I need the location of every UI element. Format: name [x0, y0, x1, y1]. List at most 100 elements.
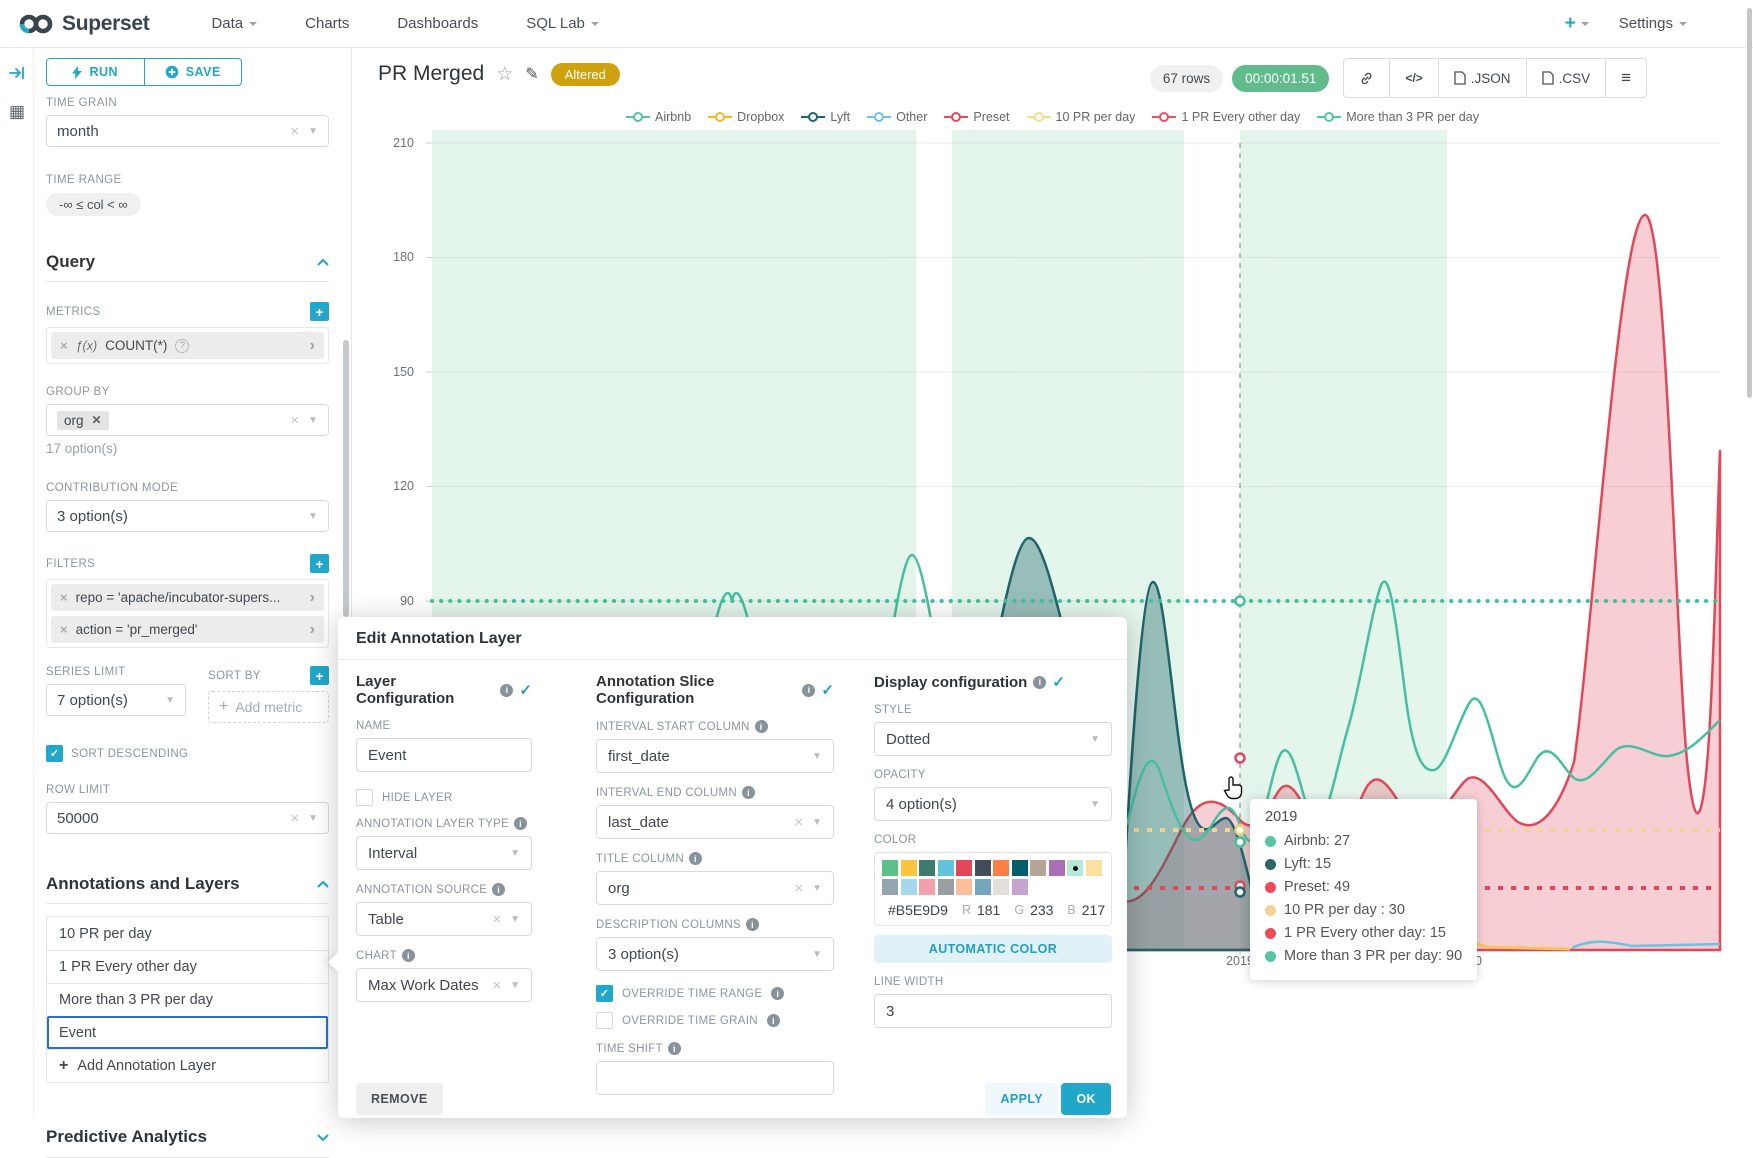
collapse-dataset-panel-button[interactable] [0, 60, 34, 86]
clear-icon[interactable]: × [290, 810, 299, 827]
hide-layer-checkbox[interactable]: HIDE LAYER [356, 789, 532, 806]
add-sort-metric-button[interactable]: + [310, 666, 329, 685]
settings-menu[interactable]: Settings [1619, 15, 1687, 32]
style-select[interactable]: Dotted ▼ [874, 722, 1112, 756]
apply-button[interactable]: APPLY [985, 1083, 1058, 1115]
time-range-pill[interactable]: -∞ ≤ col < ∞ [46, 193, 141, 216]
automatic-color-button[interactable]: AUTOMATIC COLOR [874, 935, 1112, 963]
group-by-chip[interactable]: org✕ [57, 411, 109, 430]
color-swatch[interactable] [1012, 879, 1028, 895]
nav-dashboards[interactable]: Dashboards [397, 15, 478, 32]
color-swatch[interactable] [956, 879, 972, 895]
remove-button[interactable]: REMOVE [356, 1083, 443, 1115]
color-swatch[interactable] [1012, 860, 1028, 876]
remove-metric-icon[interactable]: × [60, 338, 68, 353]
contribution-mode-select[interactable]: 3 option(s) ▼ [46, 500, 329, 532]
chevron-up-icon[interactable] [317, 881, 329, 888]
ok-button[interactable]: OK [1061, 1083, 1111, 1115]
new-item-button[interactable]: + [1565, 13, 1589, 35]
nav-data[interactable]: Data [211, 15, 257, 32]
info-icon[interactable]: i [500, 684, 513, 697]
chevron-right-icon[interactable]: › [310, 590, 315, 606]
color-swatch[interactable] [1049, 860, 1065, 876]
color-swatch[interactable] [919, 879, 935, 895]
filter-chip[interactable]: × action = 'pr_merged' › [51, 616, 324, 643]
annotation-layer-item[interactable]: More than 3 PR per day [47, 983, 328, 1016]
clear-icon[interactable]: × [290, 412, 299, 429]
name-input[interactable] [356, 738, 532, 772]
annotation-layer-type-select[interactable]: Interval ▼ [356, 836, 532, 870]
color-swatch[interactable] [882, 879, 898, 895]
altered-badge[interactable]: Altered [551, 63, 620, 86]
info-icon[interactable]: i [742, 786, 755, 799]
interval-start-select[interactable]: first_date ▼ [596, 739, 834, 773]
info-icon[interactable]: i [514, 817, 527, 830]
color-swatch[interactable] [956, 860, 972, 876]
metric-chip[interactable]: × ƒ(x) COUNT(*) ? › [51, 332, 324, 359]
color-swatch[interactable] [975, 860, 991, 876]
sort-descending-checkbox[interactable]: ✓ SORT DESCENDING [46, 745, 329, 762]
info-icon[interactable]: i [689, 852, 702, 865]
group-by-select[interactable]: org✕ × ▼ [46, 404, 329, 436]
annotation-layer-item[interactable]: 1 PR Every other day [47, 950, 328, 983]
info-icon[interactable]: i [402, 949, 415, 962]
run-button[interactable]: RUN [47, 59, 145, 85]
chevron-right-icon[interactable]: › [310, 622, 315, 638]
sort-by-add-metric[interactable]: +Add metric [208, 691, 329, 723]
clear-icon[interactable]: × [492, 977, 501, 994]
copy-link-button[interactable] [1344, 59, 1389, 97]
chevron-right-icon[interactable]: › [310, 338, 315, 354]
annotation-layer-item[interactable]: 10 PR per day [47, 917, 328, 950]
description-columns-select[interactable]: 3 option(s) ▼ [596, 937, 834, 971]
color-swatch[interactable] [882, 860, 898, 876]
window-scrollbar[interactable] [1747, 8, 1752, 398]
row-limit-select[interactable]: 50000 × ▼ [46, 802, 329, 834]
color-swatch[interactable] [1086, 860, 1102, 876]
line-width-input[interactable] [874, 994, 1112, 1028]
favorite-star-icon[interactable]: ☆ [496, 63, 513, 86]
export-csv-button[interactable]: .CSV [1526, 59, 1606, 97]
filter-chip[interactable]: × repo = 'apache/incubator-supers... › [51, 584, 324, 611]
color-swatch[interactable] [901, 860, 917, 876]
info-icon[interactable]: i [767, 1014, 780, 1027]
time-grain-select[interactable]: month × ▼ [46, 115, 329, 147]
remove-chip-icon[interactable]: ✕ [92, 413, 102, 427]
color-swatch-selected[interactable] [1067, 860, 1083, 876]
color-swatch[interactable] [919, 860, 935, 876]
nav-sql-lab[interactable]: SQL Lab [526, 15, 599, 32]
info-icon[interactable]: i [802, 684, 815, 697]
chart-menu-button[interactable]: ≡ [1605, 59, 1646, 97]
color-swatch[interactable] [975, 879, 991, 895]
embed-code-button[interactable]: </> [1389, 59, 1437, 97]
color-swatch[interactable] [993, 879, 1009, 895]
annotation-source-select[interactable]: Table × ▼ [356, 902, 532, 936]
color-swatch[interactable] [938, 860, 954, 876]
save-button[interactable]: SAVE [145, 59, 242, 85]
remove-filter-icon[interactable]: × [60, 622, 68, 637]
clear-icon[interactable]: × [492, 911, 501, 928]
color-swatch[interactable] [938, 879, 954, 895]
clear-icon[interactable]: × [290, 123, 299, 140]
time-shift-input[interactable] [596, 1061, 834, 1095]
override-time-range-checkbox[interactable]: ✓ OVERRIDE TIME RANGE i [596, 985, 834, 1002]
opacity-select[interactable]: 4 option(s) ▼ [874, 787, 1112, 821]
info-icon[interactable]: i [1033, 676, 1046, 689]
nav-charts[interactable]: Charts [305, 15, 349, 32]
add-annotation-layer-button[interactable]: + Add Annotation Layer [47, 1049, 328, 1082]
sidebar-scrollbar[interactable] [343, 340, 349, 617]
edit-properties-icon[interactable]: ✎ [525, 64, 538, 84]
remove-filter-icon[interactable]: × [60, 590, 68, 605]
add-metric-button[interactable]: + [310, 302, 329, 321]
interval-end-select[interactable]: last_date × ▼ [596, 805, 834, 839]
info-icon[interactable]: i [771, 987, 784, 1000]
chevron-up-icon[interactable] [317, 259, 329, 266]
add-filter-button[interactable]: + [310, 554, 329, 573]
clear-icon[interactable]: × [794, 814, 803, 831]
color-swatch[interactable] [993, 860, 1009, 876]
color-swatch[interactable] [1030, 860, 1046, 876]
info-icon[interactable]: i [755, 720, 768, 733]
clear-icon[interactable]: × [794, 880, 803, 897]
datasource-grid-button[interactable]: ▦ [0, 98, 34, 124]
chart-select[interactable]: Max Work Dates × ▼ [356, 968, 532, 1002]
annotation-layer-item-selected[interactable]: Event [47, 1016, 328, 1049]
